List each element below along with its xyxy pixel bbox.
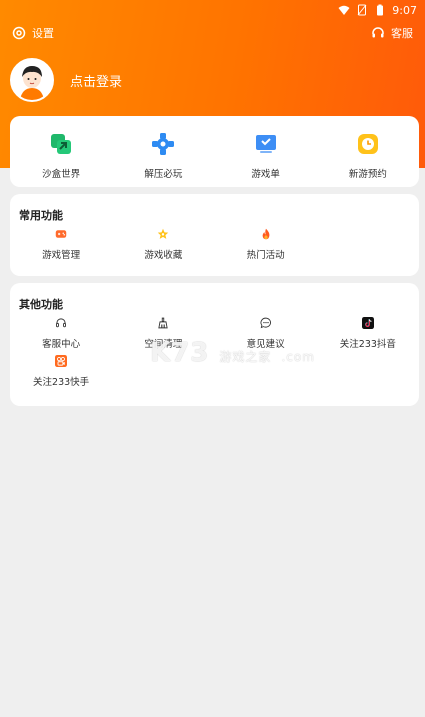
avatar-icon: [12, 60, 52, 100]
func-label: 游戏收藏: [144, 250, 183, 261]
service-button[interactable]: 客服: [371, 25, 413, 41]
wifi-icon: [338, 5, 350, 15]
func-follow-douyin[interactable]: 关注233抖音: [317, 312, 419, 350]
watermark: K73 游戏之家 .com: [150, 338, 315, 368]
func-label: 关注233快手: [33, 377, 90, 388]
settings-icon: [12, 26, 26, 40]
tiktok-icon: [361, 317, 374, 329]
menu-item-gamelist[interactable]: 游戏单: [215, 116, 317, 187]
relax-icon: [152, 133, 175, 155]
battery-icon: [377, 4, 384, 16]
menu-label: 沙盒世界: [42, 169, 81, 180]
func-label: 游戏管理: [42, 250, 81, 261]
status-bar: 9:07: [0, 0, 425, 20]
broom-icon: [158, 317, 169, 329]
settings-button[interactable]: 设置: [12, 25, 54, 41]
menu-item-relax[interactable]: 解压必玩: [112, 116, 214, 187]
service-label: 客服: [391, 27, 413, 40]
kuaishou-icon: [55, 355, 68, 367]
func-follow-kuaishou[interactable]: 关注233快手: [10, 350, 112, 388]
func-game-manage[interactable]: 游戏管理: [10, 223, 112, 261]
func-service-center[interactable]: 客服中心: [10, 312, 112, 350]
gamepad-icon: [55, 230, 67, 238]
func-label: 关注233抖音: [339, 339, 396, 350]
func-label: 热门活动: [246, 250, 285, 261]
sandbox-icon: [51, 134, 72, 154]
menu-item-sandbox[interactable]: 沙盒世界: [10, 116, 112, 187]
func-label: 客服中心: [42, 339, 81, 350]
flame-icon: [262, 228, 270, 240]
watermark-domain: .com: [281, 350, 315, 364]
profile-login[interactable]: 点击登录: [10, 58, 122, 102]
section-title: 常用功能: [19, 209, 63, 222]
star-icon: [158, 228, 169, 239]
menu-label: 游戏单: [251, 169, 280, 180]
top-bar: 设置 客服: [12, 24, 413, 42]
common-functions-card: 常用功能 游戏管理 游戏收藏 热门活动: [10, 194, 419, 276]
reserve-icon: [357, 134, 378, 154]
login-label[interactable]: 点击登录: [70, 71, 122, 90]
avatar[interactable]: [10, 58, 54, 102]
func-hot-events[interactable]: 热门活动: [215, 223, 317, 261]
menu-label: 解压必玩: [144, 169, 183, 180]
status-time: 9:07: [392, 3, 417, 17]
menu-label: 新游预约: [348, 169, 387, 180]
menu-item-reserve[interactable]: 新游预约: [317, 116, 419, 187]
settings-label: 设置: [32, 27, 54, 40]
gamelist-icon: [255, 135, 276, 153]
headset-icon: [56, 318, 67, 328]
func-game-favorites[interactable]: 游戏收藏: [112, 223, 214, 261]
main-menu-card: 沙盒世界 解压必玩 游戏单 新游预约: [10, 116, 419, 187]
section-title: 其他功能: [19, 298, 63, 311]
no-sim-icon: [357, 4, 367, 16]
chat-icon: [260, 317, 271, 329]
headset-icon: [372, 27, 384, 38]
watermark-logo: K73: [150, 338, 210, 368]
watermark-sub: 游戏之家: [219, 350, 272, 364]
